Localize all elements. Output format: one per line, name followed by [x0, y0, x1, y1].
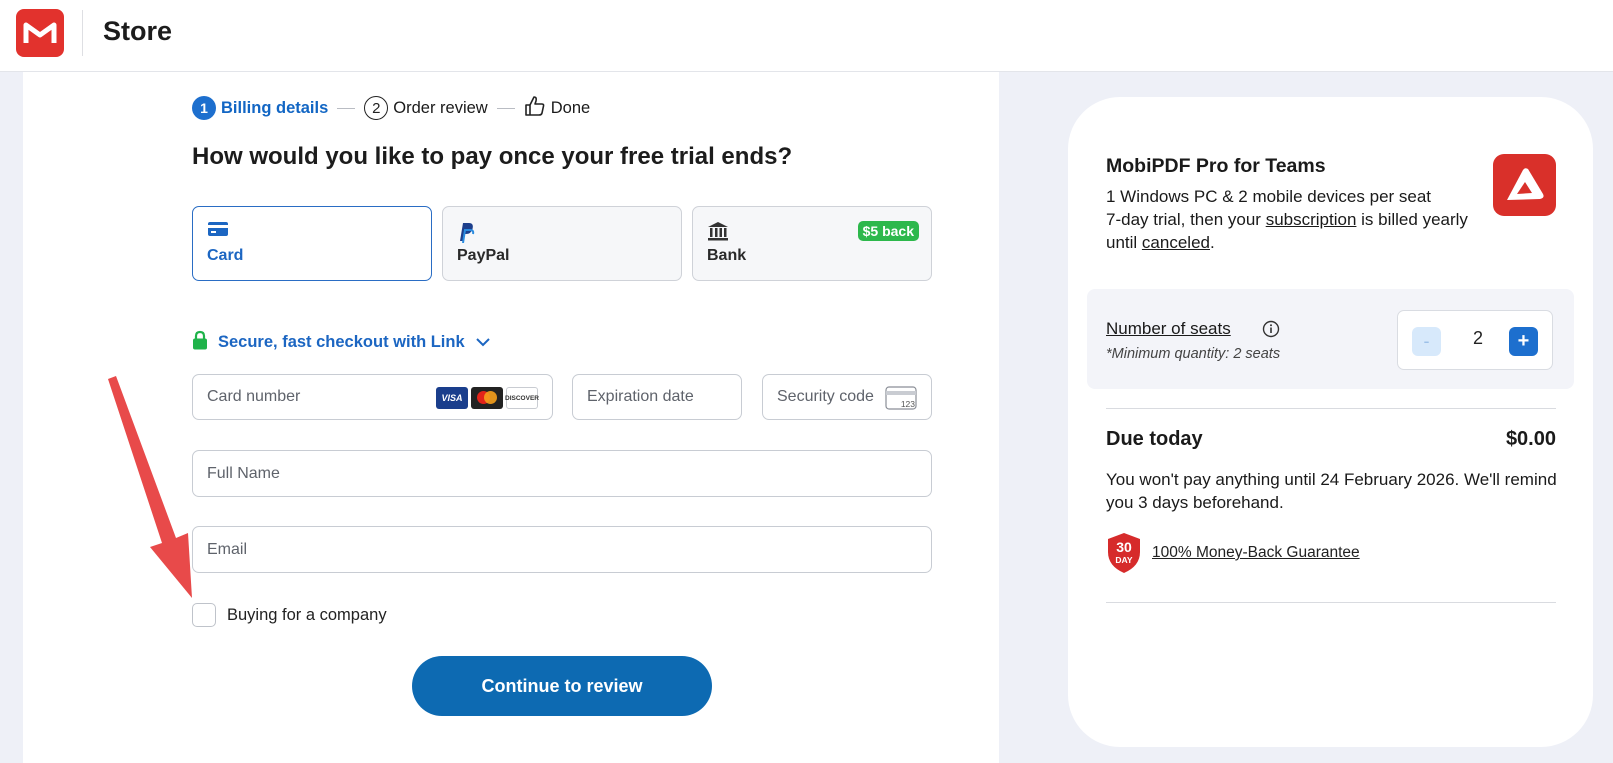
due-today-note: You won't pay anything until 24 February…	[1106, 470, 1557, 512]
decrease-seats-button[interactable]: -	[1412, 327, 1441, 356]
seats-selector: Number of seats *Minimum quantity: 2 sea…	[1087, 289, 1574, 389]
payment-method-bank[interactable]: Bank $5 back	[692, 206, 932, 281]
subscription-link[interactable]: subscription	[1266, 210, 1357, 229]
discover-icon: DISCOVER	[505, 387, 539, 409]
cashback-badge: $5 back	[857, 221, 919, 241]
guarantee-link[interactable]: 100% Money-Back Guarantee	[1152, 544, 1360, 562]
product-title: MobiPDF Pro for Teams	[1106, 155, 1326, 177]
annotation-arrow-icon	[108, 376, 192, 598]
due-today-amount: $0.00	[1505, 428, 1556, 450]
step-separator	[337, 107, 356, 109]
visa-icon: VISA	[436, 387, 468, 409]
card-number-placeholder: Card number	[207, 388, 301, 405]
link-checkout-label: Secure, fast checkout with Link	[218, 333, 465, 351]
company-checkbox[interactable]	[192, 603, 216, 627]
security-code-placeholder: Security code	[777, 388, 874, 405]
lock-icon	[192, 330, 208, 355]
guarantee-days: 30	[1116, 539, 1132, 555]
mastercard-icon	[471, 387, 503, 409]
card-number-field[interactable]: Card number VISA DISCOVER	[192, 374, 553, 420]
brand-logo-icon[interactable]	[16, 9, 64, 57]
mobipdf-app-icon	[1493, 154, 1556, 216]
bank-icon	[707, 221, 729, 246]
product-desc-text: .	[1209, 233, 1215, 252]
product-desc-line1: 1 Windows PC & 2 mobile devices per seat	[1106, 187, 1432, 206]
paypal-icon	[457, 221, 475, 248]
payment-method-card[interactable]: Card	[192, 206, 432, 281]
seats-quantity-value[interactable]: 2	[1468, 328, 1488, 349]
chevron-down-icon	[475, 333, 491, 352]
email-field[interactable]: Email	[192, 526, 932, 573]
payment-method-label: PayPal	[457, 247, 510, 264]
full-name-field[interactable]: Full Name	[192, 450, 932, 497]
top-bar: Store	[0, 0, 1613, 72]
company-checkbox-row[interactable]: Buying for a company	[192, 603, 387, 627]
step-billing-details: Billing details	[221, 98, 329, 117]
payment-method-paypal[interactable]: PayPal	[442, 206, 682, 281]
payment-method-label: Bank	[707, 247, 747, 264]
step-2-number: 2	[364, 96, 389, 120]
cvc-card-icon: 123	[885, 386, 917, 415]
company-checkbox-label: Buying for a company	[227, 605, 387, 624]
checkout-stepper: 1 Billing details 2 Order review Done	[192, 95, 591, 122]
guarantee-day-label: DAY	[1115, 555, 1132, 565]
card-brand-logos: VISA DISCOVER	[436, 387, 539, 409]
seats-label[interactable]: Number of seats	[1106, 319, 1231, 339]
increase-seats-button[interactable]: +	[1509, 327, 1538, 356]
order-summary-card: MobiPDF Pro for Teams 1 Windows PC & 2 m…	[1068, 97, 1593, 747]
money-back-guarantee[interactable]: 30 DAY 100% Money-Back Guarantee	[1106, 532, 1360, 574]
step-done: Done	[550, 98, 591, 117]
thumbs-up-icon	[524, 95, 546, 122]
due-today-label: Due today	[1106, 428, 1203, 450]
step-separator	[496, 107, 515, 109]
page-title: Store	[103, 16, 173, 46]
security-code-field[interactable]: Security code 123	[762, 374, 932, 420]
summary-divider	[1106, 602, 1556, 603]
header-divider	[82, 10, 83, 56]
info-icon[interactable]	[1262, 320, 1280, 343]
continue-to-review-button[interactable]: Continue to review	[412, 656, 712, 716]
payment-heading: How would you like to pay once your free…	[192, 143, 793, 170]
full-name-placeholder: Full Name	[207, 465, 280, 482]
expiration-placeholder: Expiration date	[587, 388, 694, 405]
expiration-date-field[interactable]: Expiration date	[572, 374, 742, 420]
link-checkout-toggle[interactable]: Secure, fast checkout with Link	[192, 330, 491, 355]
canceled-link[interactable]: canceled	[1142, 233, 1210, 252]
guarantee-shield-icon: 30 DAY	[1108, 533, 1140, 573]
quantity-stepper: - 2 +	[1397, 310, 1553, 370]
payment-method-label: Card	[207, 247, 244, 264]
product-desc-text: 7-day trial, then your	[1106, 210, 1266, 229]
step-order-review: Order review	[393, 98, 488, 117]
card-icon	[207, 221, 229, 242]
summary-divider	[1106, 408, 1556, 409]
email-placeholder: Email	[207, 541, 248, 558]
product-description: 1 Windows PC & 2 mobile devices per seat…	[1106, 185, 1486, 254]
cvc-hint: 123	[901, 399, 915, 409]
seats-minimum-note: *Minimum quantity: 2 seats	[1106, 346, 1281, 362]
step-1-number: 1	[192, 96, 216, 120]
